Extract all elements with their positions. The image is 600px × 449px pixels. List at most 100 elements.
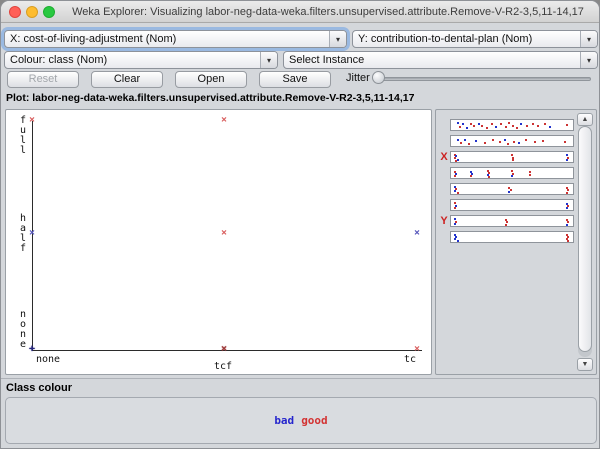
select-instance-select[interactable]: Select Instance ▾	[283, 51, 598, 69]
data-point[interactable]: ×	[221, 345, 227, 355]
instance-dot	[481, 125, 483, 127]
y-tick-half: h a l f	[18, 214, 28, 254]
weka-explorer-window: Weka Explorer: Visualizing labor-neg-dat…	[0, 0, 600, 449]
y-tick-full: f u l l	[18, 116, 28, 156]
reset-button: Reset	[7, 71, 79, 88]
instance-dot	[512, 125, 514, 127]
instance-dot	[526, 125, 528, 127]
y-attribute-value: Y: contribution-to-dental-plan (Nom)	[353, 33, 580, 45]
class-label-bad[interactable]: bad	[274, 414, 294, 427]
x-attribute-select[interactable]: X: cost-of-living-adjustment (Nom) ▾	[4, 30, 347, 48]
instance-dot	[466, 127, 468, 129]
instance-dot	[454, 207, 456, 209]
instance-dot	[532, 123, 534, 125]
class-colour-heading: Class colour	[6, 382, 72, 394]
instance-dot	[491, 123, 493, 125]
jitter-label: Jitter	[346, 72, 370, 84]
instance-dot	[460, 142, 462, 144]
instance-dot	[520, 123, 522, 125]
instance-dot	[499, 141, 501, 143]
data-point[interactable]: ×	[414, 229, 420, 239]
instance-dot	[508, 191, 510, 193]
close-button[interactable]	[9, 6, 21, 18]
clear-button[interactable]: Clear	[91, 71, 163, 88]
minimize-button[interactable]	[26, 6, 38, 18]
instance-dot	[486, 127, 488, 129]
section-divider	[1, 378, 600, 379]
instance-dot	[566, 192, 568, 194]
attribute-strip-7[interactable]	[450, 215, 574, 227]
instance-dot	[537, 125, 539, 127]
instance-dot	[470, 175, 472, 177]
x-tick-none: none	[36, 354, 60, 365]
instance-dot	[564, 141, 566, 143]
scroll-down-icon[interactable]: ▼	[577, 358, 593, 371]
save-button[interactable]: Save	[259, 71, 331, 88]
instance-dot	[566, 224, 568, 226]
instance-dot	[492, 139, 494, 141]
attribute-strip-5[interactable]	[450, 183, 574, 195]
instance-dot	[529, 171, 531, 173]
x-tick-tc: tc	[404, 354, 416, 365]
attribute-bars-panel: ▲ ▼ XY	[435, 109, 597, 375]
instance-dot	[484, 142, 486, 144]
instance-dot	[516, 127, 518, 129]
chevron-down-icon: ▾	[260, 52, 277, 68]
scatter-plot[interactable]: f u l lh a l fn o n enonetcftc×××××+××	[5, 109, 432, 375]
instance-dot	[455, 160, 457, 162]
instance-dot	[454, 223, 456, 225]
instance-dot	[525, 139, 527, 141]
attribute-strip-4[interactable]	[450, 167, 574, 179]
attribute-strip-6[interactable]	[450, 199, 574, 211]
data-point[interactable]: ×	[414, 345, 420, 355]
class-label-good[interactable]: good	[301, 414, 328, 427]
scrollbar-thumb[interactable]	[578, 126, 592, 352]
instance-dot	[566, 159, 568, 161]
instance-dot	[470, 123, 472, 125]
open-button[interactable]: Open	[175, 71, 247, 88]
instance-dot	[549, 126, 551, 128]
instance-dot	[513, 141, 515, 143]
instance-dot	[529, 174, 531, 176]
data-point[interactable]: ×	[29, 229, 35, 239]
instance-dot	[468, 143, 470, 145]
jitter-slider-track[interactable]	[377, 77, 591, 81]
instance-dot	[457, 139, 459, 141]
data-point[interactable]: ×	[221, 116, 227, 126]
class-colour-panel: badgood	[5, 397, 597, 444]
chevron-down-icon: ▾	[329, 31, 346, 47]
data-point[interactable]: ×	[29, 116, 35, 126]
instance-dot	[542, 140, 544, 142]
instance-dot	[567, 240, 569, 242]
instance-dot	[508, 122, 510, 124]
strip-axis-label-Y: Y	[439, 215, 449, 227]
attribute-strip-1[interactable]	[450, 119, 574, 131]
colour-attribute-select[interactable]: Colour: class (Nom) ▾	[4, 51, 278, 69]
x-attribute-value: X: cost-of-living-adjustment (Nom)	[5, 33, 329, 45]
chevron-down-icon: ▾	[580, 52, 597, 68]
instance-dot	[505, 224, 507, 226]
data-point[interactable]: +	[29, 345, 35, 355]
instance-dot	[457, 192, 459, 194]
instance-dot	[459, 126, 461, 128]
instance-dot	[457, 122, 459, 124]
title-bar: Weka Explorer: Visualizing labor-neg-dat…	[1, 1, 600, 23]
attribute-strip-8[interactable]	[450, 231, 574, 243]
attribute-strip-3[interactable]	[450, 151, 574, 163]
instance-dot	[567, 157, 569, 159]
instance-dot	[566, 207, 568, 209]
instance-dot	[464, 139, 466, 141]
instance-dot	[462, 123, 464, 125]
window-title: Weka Explorer: Visualizing labor-neg-dat…	[63, 1, 593, 23]
zoom-button[interactable]	[43, 6, 55, 18]
jitter-slider-thumb[interactable]	[372, 71, 385, 84]
chevron-down-icon: ▾	[580, 31, 597, 47]
instance-dot	[454, 175, 456, 177]
instance-dot	[488, 176, 490, 178]
attribute-strip-2[interactable]	[450, 135, 574, 147]
instance-dot	[505, 126, 507, 128]
data-point[interactable]: ×	[221, 229, 227, 239]
instance-dot	[507, 143, 509, 145]
y-attribute-select[interactable]: Y: contribution-to-dental-plan (Nom) ▾	[352, 30, 598, 48]
scroll-up-icon[interactable]: ▲	[577, 113, 593, 126]
